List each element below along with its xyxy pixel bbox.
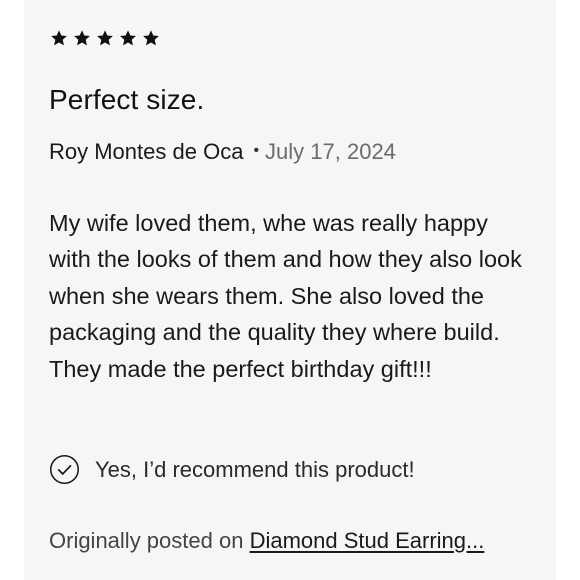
check-circle-icon [49,454,80,485]
origin-note: Originally posted on Diamond Stud Earrin… [49,528,484,554]
origin-product-link[interactable]: Diamond Stud Earring... [250,528,485,553]
meta-separator: • [253,142,260,159]
recommendation: Yes, I’d recommend this product! [49,454,415,485]
star-icon [142,29,160,47]
review-date: July 17, 2024 [265,139,396,164]
review-title: Perfect size. [49,84,205,115]
star-rating [50,29,160,47]
star-icon [73,29,91,47]
star-icon [96,29,114,47]
review-meta: Roy Montes de Oca • July 17, 2024 [49,139,396,165]
review-author: Roy Montes de Oca [49,139,244,164]
star-icon [50,29,68,47]
origin-prefix: Originally posted on [49,528,250,553]
review-card: Perfect size. Roy Montes de Oca • July 1… [24,0,556,580]
recommendation-label: Yes, I’d recommend this product! [95,456,415,482]
review-body: My wife loved them, whe was really happy… [49,210,522,382]
star-icon [119,29,137,47]
